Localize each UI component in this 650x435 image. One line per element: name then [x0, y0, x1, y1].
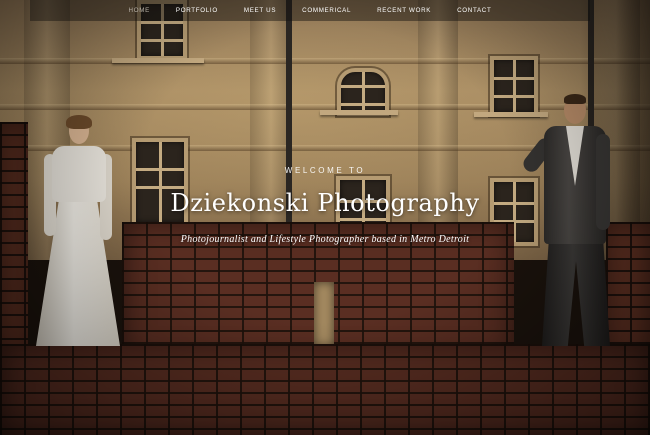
nav-link-portfolio[interactable]: PORTFOLIO [168, 0, 226, 20]
nav-item-commercial: COMMERICAL [289, 0, 364, 20]
hero-section: HOME PORTFOLIO MEET US COMMERICAL RECENT… [0, 0, 650, 435]
main-navigation: HOME PORTFOLIO MEET US COMMERICAL RECENT… [30, 0, 590, 21]
nav-item-contact: CONTACT [444, 0, 504, 20]
welcome-kicker: WELCOME TO [284, 166, 366, 175]
nav-link-home[interactable]: HOME [121, 0, 158, 20]
nav-item-home: HOME [116, 0, 163, 20]
hero-text-block: WELCOME TO Dziekonski Photography Photoj… [0, 166, 650, 245]
nav-item-portfolio: PORTFOLIO [163, 0, 231, 20]
nav-link-commercial[interactable]: COMMERICAL [294, 0, 359, 20]
nav-link-contact[interactable]: CONTACT [449, 0, 499, 20]
nav-link-recent-work[interactable]: RECENT WORK [369, 0, 439, 20]
site-title: Dziekonski Photography [170, 189, 480, 217]
nav-item-recent-work: RECENT WORK [364, 0, 444, 20]
site-tagline: Photojournalist and Lifestyle Photograph… [180, 234, 470, 245]
nav-item-meet-us: MEET US [231, 0, 289, 20]
nav-link-meet-us[interactable]: MEET US [236, 0, 284, 20]
nav-list: HOME PORTFOLIO MEET US COMMERICAL RECENT… [30, 0, 590, 20]
